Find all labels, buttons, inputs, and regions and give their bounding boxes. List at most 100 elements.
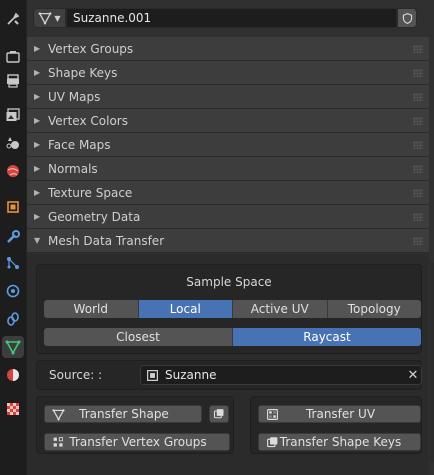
drag-grip-icon[interactable] <box>413 165 423 173</box>
mesh-data-icon <box>51 407 65 421</box>
output-icon <box>7 74 19 88</box>
tab-world[interactable] <box>2 160 24 182</box>
panel-texture-space[interactable]: ▶ Texture Space <box>27 181 429 205</box>
button-label: Transfer Shape <box>79 407 169 421</box>
collapsed-arrow-icon: ▶ <box>34 116 41 125</box>
panel-face-maps[interactable]: ▶ Face Maps <box>27 133 429 157</box>
source-object-name: Suzanne <box>165 368 217 382</box>
tab-modifiers[interactable] <box>2 226 24 248</box>
collapsed-arrow-icon: ▶ <box>34 164 41 173</box>
clear-icon[interactable]: ✕ <box>405 368 421 383</box>
properties-tab-strip <box>0 0 26 475</box>
constraints-icon <box>7 312 19 326</box>
sample-space-title: Sample Space <box>186 275 272 289</box>
world-icon <box>7 165 19 177</box>
fake-user-button[interactable] <box>397 8 417 28</box>
drag-grip-icon[interactable] <box>413 93 423 101</box>
duplicate-icon <box>213 409 224 419</box>
texture-icon <box>7 403 19 415</box>
panel-shape-keys[interactable]: ▶ Shape Keys <box>27 61 429 85</box>
tab-scene[interactable] <box>2 132 24 154</box>
copy-shape-button[interactable] <box>209 405 229 423</box>
source-label: Source: : <box>49 368 103 382</box>
panel-mesh-data-transfer[interactable]: ▼ Mesh Data Transfer <box>27 229 429 253</box>
uv-icon <box>265 407 279 421</box>
collapsed-arrow-icon: ▶ <box>34 92 41 101</box>
browse-mesh-button[interactable]: ▼ <box>33 8 66 28</box>
transfer-uv-box: Transfer UV Transfer Shape Keys <box>250 396 422 454</box>
scene-icon <box>6 137 19 149</box>
panel-title: Normals <box>48 161 98 176</box>
sample-space-local[interactable]: Local <box>138 300 233 318</box>
panel-title: UV Maps <box>48 89 101 104</box>
tab-render[interactable] <box>2 46 24 68</box>
panel-title: Mesh Data Transfer <box>48 233 165 248</box>
transfer-shape-button[interactable]: Transfer Shape <box>44 405 202 423</box>
panel-uv-maps[interactable]: ▶ UV Maps <box>27 85 429 109</box>
datablock-name-field[interactable]: Suzanne.001 <box>66 8 397 28</box>
button-label: Transfer UV <box>305 407 376 421</box>
tool-icon <box>7 12 20 25</box>
panel-geometry-data[interactable]: ▶ Geometry Data <box>27 205 429 229</box>
search-method-selector: Closest Raycast <box>44 328 421 346</box>
collapsed-arrow-icon: ▶ <box>34 44 41 53</box>
sample-space-world[interactable]: World <box>44 300 139 318</box>
tab-object[interactable] <box>2 196 24 218</box>
tab-texture[interactable] <box>2 398 24 420</box>
sample-space-selector: World Local Active UV Topology <box>44 300 421 318</box>
collapsed-arrow-icon: ▶ <box>34 212 41 221</box>
panel-normals[interactable]: ▶ Normals <box>27 157 429 181</box>
tab-constraints[interactable] <box>2 308 24 330</box>
collapsed-arrow-icon: ▶ <box>34 68 41 77</box>
drag-grip-icon[interactable] <box>413 69 423 77</box>
search-method-closest[interactable]: Closest <box>44 328 233 346</box>
vertex-groups-icon <box>51 435 65 449</box>
transfer-vertex-groups-button[interactable]: Transfer Vertex Groups <box>44 433 230 451</box>
panel-vertex-groups[interactable]: ▶ Vertex Groups <box>27 37 429 61</box>
collapsed-arrow-icon: ▶ <box>34 140 41 149</box>
tab-particles[interactable] <box>2 252 24 274</box>
tab-view-layer[interactable] <box>2 104 24 126</box>
source-object-field[interactable]: Suzanne ✕ <box>140 365 422 385</box>
properties-editor: ▼ Suzanne.001 ▶ Vertex Groups ▶ Shape Ke… <box>26 0 434 475</box>
button-label: Transfer Vertex Groups <box>69 435 207 449</box>
tab-mesh-data[interactable] <box>2 336 24 358</box>
mesh-data-icon <box>5 340 21 355</box>
panel-title: Vertex Groups <box>48 41 134 56</box>
source-box: Source: : Suzanne ✕ <box>36 360 422 390</box>
render-icon <box>6 51 20 63</box>
mesh-data-icon <box>38 12 52 25</box>
expanded-arrow-icon: ▼ <box>34 236 41 245</box>
sample-space-active-uv[interactable]: Active UV <box>233 300 328 318</box>
drag-grip-icon[interactable] <box>413 45 423 53</box>
datablock-header: ▼ Suzanne.001 <box>27 0 434 36</box>
drag-grip-icon[interactable] <box>413 141 423 149</box>
panel-vertex-colors[interactable]: ▶ Vertex Colors <box>27 109 429 133</box>
drag-grip-icon[interactable] <box>413 117 423 125</box>
tab-output[interactable] <box>2 70 24 92</box>
drag-grip-icon[interactable] <box>413 189 423 197</box>
transfer-shape-keys-button[interactable]: Transfer Shape Keys <box>258 433 421 451</box>
drag-grip-icon[interactable] <box>413 213 423 221</box>
modifier-icon <box>7 230 20 243</box>
physics-icon <box>6 284 20 298</box>
transfer-uv-button[interactable]: Transfer UV <box>258 405 421 423</box>
tab-material[interactable] <box>2 364 24 386</box>
sample-space-topology[interactable]: Topology <box>327 300 421 318</box>
chevron-down-icon: ▼ <box>54 13 61 23</box>
tab-tool[interactable] <box>2 8 24 30</box>
object-icon <box>7 201 19 213</box>
scrollbar[interactable] <box>430 262 434 462</box>
panel-title: Geometry Data <box>48 209 141 224</box>
collapsed-arrow-icon: ▶ <box>34 188 41 197</box>
object-icon <box>147 369 158 381</box>
search-method-raycast[interactable]: Raycast <box>233 328 421 346</box>
panel-title: Face Maps <box>48 137 111 152</box>
drag-grip-icon[interactable] <box>413 237 423 245</box>
datablock-selector: ▼ Suzanne.001 <box>33 8 417 28</box>
particles-icon <box>7 257 19 269</box>
tab-physics[interactable] <box>2 280 24 302</box>
material-icon <box>7 369 19 381</box>
panel-title: Texture Space <box>48 185 133 200</box>
shape-keys-icon <box>265 435 279 449</box>
